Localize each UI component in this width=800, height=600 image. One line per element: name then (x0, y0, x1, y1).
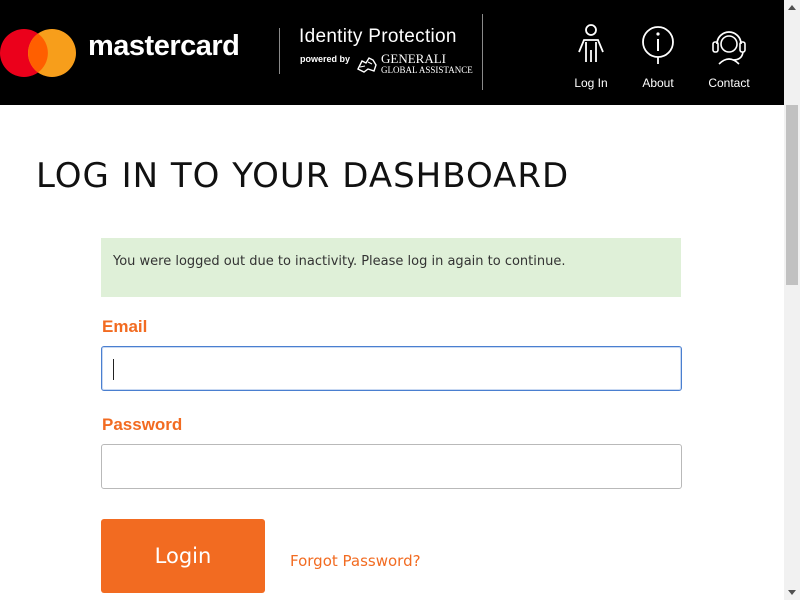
headset-icon (712, 31, 746, 65)
inactivity-alert: You were logged out due to inactivity. P… (101, 238, 681, 297)
password-field[interactable] (101, 444, 682, 489)
login-button[interactable]: Login (101, 519, 265, 593)
vertical-scrollbar[interactable] (784, 0, 800, 600)
partner-subtitle: GLOBAL ASSISTANCE (381, 65, 473, 75)
email-label: Email (102, 317, 148, 336)
arrow-down-icon (788, 590, 796, 595)
password-label: Password (102, 415, 183, 434)
brand-wordmark: mastercard (88, 30, 240, 62)
generali-lion-icon (357, 57, 377, 73)
nav-contact-label: Contact (708, 76, 750, 90)
text-cursor (113, 359, 114, 380)
forgot-password-link[interactable]: Forgot Password? (290, 552, 421, 570)
mastercard-logo-icon[interactable] (0, 29, 76, 77)
scroll-down-button[interactable] (784, 584, 800, 600)
person-icon (578, 24, 604, 62)
header-divider (279, 28, 280, 74)
nav-login-label: Log In (574, 76, 608, 90)
product-name: Identity Protection (299, 26, 457, 47)
header-divider-right (482, 14, 483, 90)
nav-login[interactable]: Log In (556, 22, 626, 94)
site-header: mastercard Identity Protection powered b… (0, 0, 784, 105)
scrollbar-thumb[interactable] (786, 105, 798, 285)
partner-name: GENERALI (381, 51, 446, 66)
email-field[interactable] (101, 346, 682, 391)
info-icon (642, 26, 674, 64)
powered-by-label: powered by (300, 54, 351, 64)
nav-about[interactable]: About (623, 22, 693, 94)
arrow-up-icon (788, 5, 796, 10)
page-title: LOG IN TO YOUR DASHBOARD (36, 156, 570, 196)
scroll-up-button[interactable] (784, 0, 800, 16)
nav-contact[interactable]: Contact (694, 22, 764, 94)
nav-about-label: About (642, 76, 674, 90)
